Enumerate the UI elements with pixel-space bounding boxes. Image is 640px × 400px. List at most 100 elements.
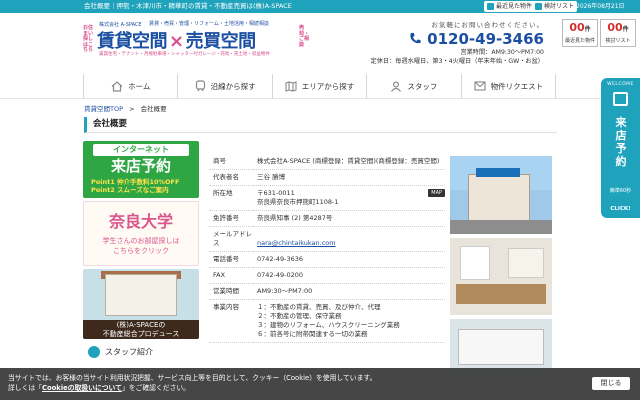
logo-side-left: お住まい探しはこちら [83,25,94,53]
table-row: 商号 株式会社A-SPACE (商標登録：賃貸空間)(商標登録：売買空間) [209,154,445,170]
address-value: MAP 〒631-0011 奈良県奈良市押熊町1108-1 [253,185,445,211]
business-hours: 営業時間：AM9:30〜PM7:00 [460,49,544,56]
today-date: 2026年08月21日 [576,3,625,10]
banner-points: Point1 仲介手数料10%OFF Point2 スムーズなご案内 [91,178,180,194]
brand-rental: 賃貸空間 [97,31,168,52]
phone-link[interactable]: 0120-49-3466 [371,30,544,48]
side-welcome-text: WELCOME [607,82,634,87]
table-row: 免許番号 奈良県知事 (2) 第4287号 [209,210,445,227]
logo-subline-bottom: 賃貸住宅・テナント・月極駐車場・シャッター付ガレージ・売地・売土地・収益物件 [99,52,270,57]
calendar-icon [613,92,628,106]
table-row: メールアドレス nara@chintaikukan.com [209,226,445,252]
map-icon [285,80,297,92]
fax-value: 0742-49-0200 [253,267,445,284]
nav-home[interactable]: ホーム [83,74,177,98]
email-link[interactable]: nara@chintaikukan.com [257,239,336,247]
tel-label: 電話番号 [209,251,253,268]
phone-icon [410,33,421,44]
banner-student-text: 学生さんのお部屋探しは こちらをクリック [102,237,180,255]
hours-value: AM9:30〜PM7:00 [253,283,445,300]
company-name-label: 商号 [209,154,253,170]
cookie-banner: 当サイトでは、お客様の当サイト利用状況把握、サービス向上等を目的として、クッキー… [0,368,640,400]
breadcrumb: 賃貸空間TOP > 会社概要 [84,103,167,113]
logo-brand: 賃貸空間 × 売買空間 [97,27,256,53]
store-exterior-photo [450,156,552,234]
fax-label: FAX [209,267,253,284]
counters: 00件 最近見た物件 00件 検討リスト [562,19,638,47]
email-label: メールアドレス [209,226,253,252]
address-label: 所在地 [209,185,253,211]
home-icon [111,80,123,92]
cookie-close-button[interactable]: 閉じる [592,377,630,390]
recent-counter-label: 最近見た物件 [564,38,595,44]
nav-staff[interactable]: スタッフ [366,74,460,98]
logo-subline-top: 賃貸・売買・管理・リフォーム・土地活用・相続相談 [149,21,269,27]
train-icon [195,80,205,92]
hours-label: 営業時間 [209,283,253,300]
business-value: １：不動産の賃貸、売買、及び仲介、代理 ２：不動産の管理、保守業務 ３：建物のリ… [253,299,445,343]
page-title: 会社概要 [84,117,557,133]
nav-divider [0,98,640,100]
recent-counter[interactable]: 00件 最近見た物件 [562,19,598,47]
license-value: 奈良県知事 (2) 第4287号 [253,210,445,227]
side-quick-label: 簡単60秒 [609,188,632,194]
mail-icon [474,81,486,91]
nara-university-banner[interactable]: 奈良大学 学生さんのお部屋探しは こちらをクリック [83,201,199,266]
top-bar: 会社概要｜押熊・木津川市・精華町の賃貸・不動産売買は(株)A-SPACE 最近見… [0,0,640,13]
eye-icon [487,3,494,10]
company-info-table: 商号 株式会社A-SPACE (商標登録：賃貸空間)(商標登録：売買空間) 代表… [209,154,445,343]
side-reservation-label: 来店予約 [615,116,627,168]
recent-properties-link[interactable]: 最近見た物件 [484,1,536,12]
business-label: 事業内容 [209,299,253,343]
table-row: 営業時間 AM9:30〜PM7:00 [209,283,445,300]
site-logo[interactable]: お住まい探しはこちら 売却・ご相談 株式会社 A-SPACE 賃貸・売買・管理・… [83,17,311,61]
staff-intro-link[interactable]: スタッフ紹介 [88,346,153,358]
cookie-message: 当サイトでは、お客様の当サイト利用状況把握、サービス向上等を目的として、クッキー… [8,374,377,392]
table-row: 電話番号 0742-49-3636 [209,251,445,268]
side-click-label: CLICK! [610,206,631,212]
nav-area-search[interactable]: エリアから探す [271,74,366,98]
banner-university-name: 奈良大学 [108,212,173,231]
table-row: FAX 0742-49-0200 [209,267,445,284]
tel-value: 0742-49-3636 [253,251,445,268]
breadcrumb-current: 会社概要 [140,105,167,113]
contact-hint: お気軽にお問い合わせください。 [431,21,544,29]
table-row: 所在地 MAP 〒631-0011 奈良県奈良市押熊町1108-1 [209,185,445,211]
review-counter-label: 検討リスト [605,38,631,44]
company-name-value: 株式会社A-SPACE (商標登録：賃貸空間)(商標登録：売買空間) [253,154,445,170]
brand-cross: × [169,31,184,52]
recent-count: 00 [569,21,585,34]
web-reservation-banner[interactable]: インターネット 来店予約 Point1 仲介手数料10%OFF Point2 ス… [83,141,199,198]
address-zip: 〒631-0011 [257,189,295,197]
table-row: 代表者名 三谷 勝博 [209,169,445,186]
map-button[interactable]: MAP [428,189,445,197]
email-value: nara@chintaikukan.com [253,226,445,252]
cookie-policy-link[interactable]: Cookieの取扱いについて [42,384,122,392]
nav-line-search[interactable]: 沿線から探す [177,74,271,98]
review-counter[interactable]: 00件 検討リスト [600,19,636,47]
banner-produce-text: (株)A-SPACEの 不動産総合プロデュース [83,320,199,339]
address-street: 奈良県奈良市押熊町1108-1 [257,198,339,206]
banner-house-image [105,274,177,316]
review-list-link[interactable]: 検討リスト [532,1,578,12]
review-count: 00 [607,21,623,34]
nav-property-request[interactable]: 物件リクエスト [460,74,557,98]
real-estate-produce-banner[interactable]: (株)A-SPACEの 不動産総合プロデュース [83,269,199,339]
brand-sales: 売買空間 [185,31,257,52]
table-row: 事業内容 １：不動産の賃貸、売買、及び仲介、代理 ２：不動産の管理、保守業務 ３… [209,299,445,343]
banner-visit-reservation: 来店予約 [110,157,171,175]
store-interior-photo [450,238,552,315]
closed-days: 定休日：毎週水曜日、第3・4火曜日（年末年始・GW・お盆） [370,58,544,65]
license-label: 免許番号 [209,210,253,227]
phone-number: 0120-49-3466 [427,30,544,48]
banner-internet-label: インターネット [93,144,189,156]
site-tagline: 会社概要｜押熊・木津川市・精華町の賃貸・不動産売買は(株)A-SPACE [84,2,292,10]
staff-intro-icon [88,346,100,358]
breadcrumb-home[interactable]: 賃貸空間TOP [84,105,123,113]
logo-side-right: 売却・ご相談 [299,25,310,48]
side-reservation-button[interactable]: WELCOME 来店予約 簡単60秒 CLICK! [601,78,640,218]
global-nav: ホーム 沿線から探す エリアから探す スタッフ 物件リクエスト [83,74,557,98]
breadcrumb-separator: > [129,105,135,113]
representative-label: 代表者名 [209,169,253,186]
contact-block: お気軽にお問い合わせください。 0120-49-3466 営業時間：AM9:30… [371,19,544,66]
